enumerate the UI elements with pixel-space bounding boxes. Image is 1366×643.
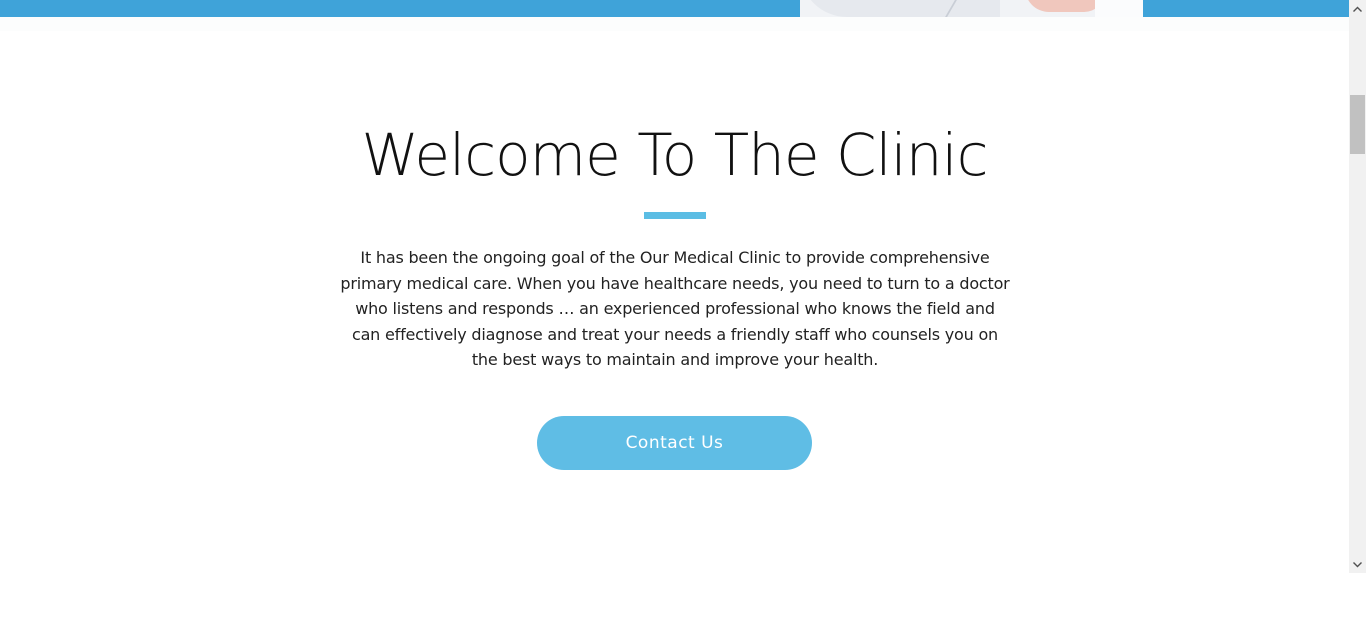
doctor-hand-shape bbox=[1025, 0, 1105, 12]
hero-banner-bottom bbox=[0, 0, 1349, 17]
hero-bottom-edge bbox=[0, 17, 1349, 31]
page-content: Welcome To The Clinic It has been the on… bbox=[0, 0, 1349, 573]
contact-us-button[interactable]: Contact Us bbox=[537, 416, 812, 470]
doctor-coat-shape bbox=[800, 0, 1000, 17]
welcome-title: Welcome To The Clinic bbox=[361, 121, 988, 189]
doctor-photo bbox=[800, 0, 1143, 17]
title-divider bbox=[644, 212, 706, 219]
chevron-down-icon[interactable] bbox=[1349, 556, 1366, 573]
browser-viewport: Welcome To The Clinic It has been the on… bbox=[0, 0, 1366, 643]
welcome-paragraph: It has been the ongoing goal of the Our … bbox=[340, 248, 1010, 370]
vertical-scrollbar[interactable] bbox=[1349, 0, 1366, 573]
chevron-up-icon[interactable] bbox=[1349, 0, 1366, 17]
sleeve-shape bbox=[1095, 0, 1143, 17]
below-page-area bbox=[0, 573, 1366, 643]
scrollbar-thumb[interactable] bbox=[1350, 95, 1365, 154]
